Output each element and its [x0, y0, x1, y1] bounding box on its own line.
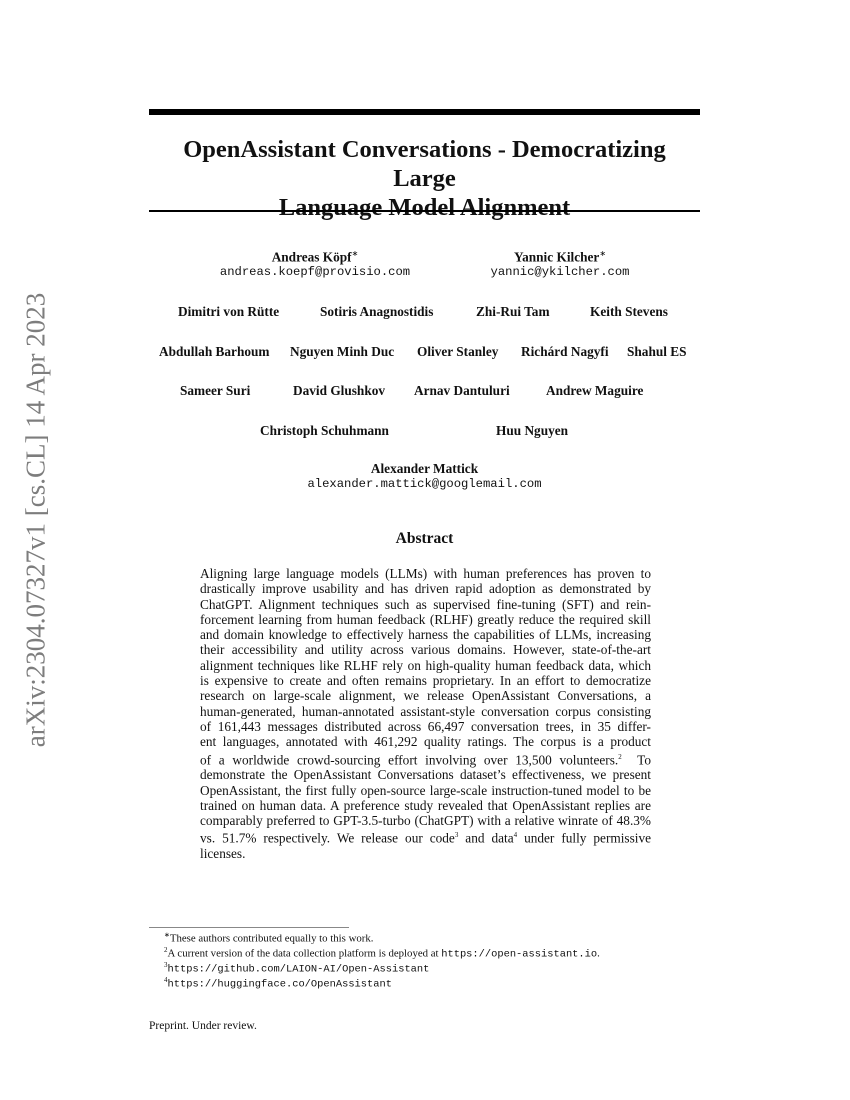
- author-email[interactable]: alexander.mattick@googlemail.com: [149, 477, 700, 491]
- author-name: Nguyen Minh Duc: [290, 344, 395, 359]
- abstract-line: comparably preferred to GPT-3.5-turbo (C…: [200, 813, 651, 829]
- abstract-line: licenses.: [200, 846, 246, 862]
- author-name: Yannic Kilcher∗: [513, 249, 607, 265]
- footnote: 4https://huggingface.co/OpenAssistant: [164, 976, 392, 991]
- abstract-line: ChatGPT. Alignment techniques such as su…: [200, 596, 651, 612]
- abstract-body: Aligning large language models (LLMs) wi…: [200, 566, 651, 861]
- author-name: Andrew Maguire: [546, 383, 644, 398]
- footnote: ∗These authors contributed equally to th…: [164, 931, 374, 945]
- author-name: Keith Stevens: [590, 304, 668, 319]
- abstract-line: ent languages, annotated with 461,292 qu…: [200, 734, 651, 750]
- footnote-link[interactable]: https://huggingface.co/OpenAssistant: [168, 979, 392, 991]
- abstract-line: OpenAssistant, the first fully open-sour…: [200, 782, 651, 798]
- abstract-line: research on large-scale alignment, we re…: [200, 688, 651, 704]
- title-top-rule: [149, 109, 700, 115]
- title-line-2: Language Model Alignment: [278, 194, 571, 221]
- footnote-link[interactable]: https://github.com/LAION-AI/Open-Assista…: [168, 964, 430, 976]
- author-name: Christoph Schuhmann: [260, 423, 389, 438]
- author-name: Huu Nguyen: [496, 423, 569, 438]
- abstract-line: of 161,443 messages distributed across 6…: [200, 718, 651, 734]
- author-name: Abdullah Barhoum: [159, 344, 270, 359]
- footnote-ref[interactable]: 2: [618, 753, 622, 761]
- abstract-heading: Abstract: [395, 530, 454, 547]
- footnote-rule: [149, 927, 349, 928]
- author-name: Zhi-Rui Tam: [476, 304, 550, 319]
- title-bottom-rule: [149, 210, 700, 212]
- author-name: Sotiris Anagnostidis: [320, 304, 434, 319]
- author-name: Arnav Dantuluri: [414, 383, 510, 398]
- abstract-line: demonstrate the OpenAssistant Conversati…: [200, 767, 651, 783]
- author-name: David Glushkov: [293, 383, 386, 398]
- author-name: Sameer Suri: [180, 383, 251, 398]
- author-name: Dimitri von Rütte: [178, 304, 280, 319]
- abstract-line: trained on human data. A preference stud…: [200, 797, 651, 813]
- author-name: Richárd Nagyfi: [521, 344, 609, 359]
- footnote-link[interactable]: https://open-assistant.io: [441, 949, 597, 961]
- abstract-line: forcement learning from human feedback (…: [200, 611, 651, 627]
- footnote: 3https://github.com/LAION-AI/Open-Assist…: [164, 961, 430, 976]
- abstract-line: alignment techniques like RLHF rely on h…: [200, 657, 651, 673]
- author-email[interactable]: yannic@ykilcher.com: [460, 265, 660, 279]
- abstract-line: and domain knowledge to effectively harn…: [200, 627, 651, 643]
- abstract-line: vs. 51.7% respectively. We release our c…: [200, 830, 652, 846]
- preprint-note: Preprint. Under review.: [149, 1020, 257, 1032]
- author-name: Oliver Stanley: [417, 344, 499, 359]
- author-name: Shahul ES: [627, 344, 687, 359]
- abstract-line: is expensive to create and often remains…: [200, 673, 651, 689]
- author-email[interactable]: andreas.koepf@provisio.com: [215, 265, 415, 279]
- arxiv-stamp: arXiv:2304.07327v1 [cs.CL] 14 Apr 2023: [20, 292, 51, 748]
- title-line-1: OpenAssistant Conversations - Democratiz…: [183, 136, 666, 192]
- abstract-line: drastically improve usability and has dr…: [200, 581, 651, 597]
- abstract-line: Aligning large language models (LLMs) wi…: [200, 566, 651, 581]
- paper-title: OpenAssistant Conversations - Democratiz…: [149, 135, 700, 222]
- footnote: 2A current version of the data collectio…: [164, 946, 600, 961]
- author-name: Alexander Mattick: [370, 461, 479, 476]
- abstract-line: human-generated, human-annotated assista…: [200, 703, 651, 719]
- abstract-line: of a worldwide crowd-sourcing effort inv…: [200, 751, 651, 767]
- abstract-line: their accessibility and utility across v…: [200, 642, 651, 658]
- author-name: Andreas Köpf∗: [271, 249, 359, 265]
